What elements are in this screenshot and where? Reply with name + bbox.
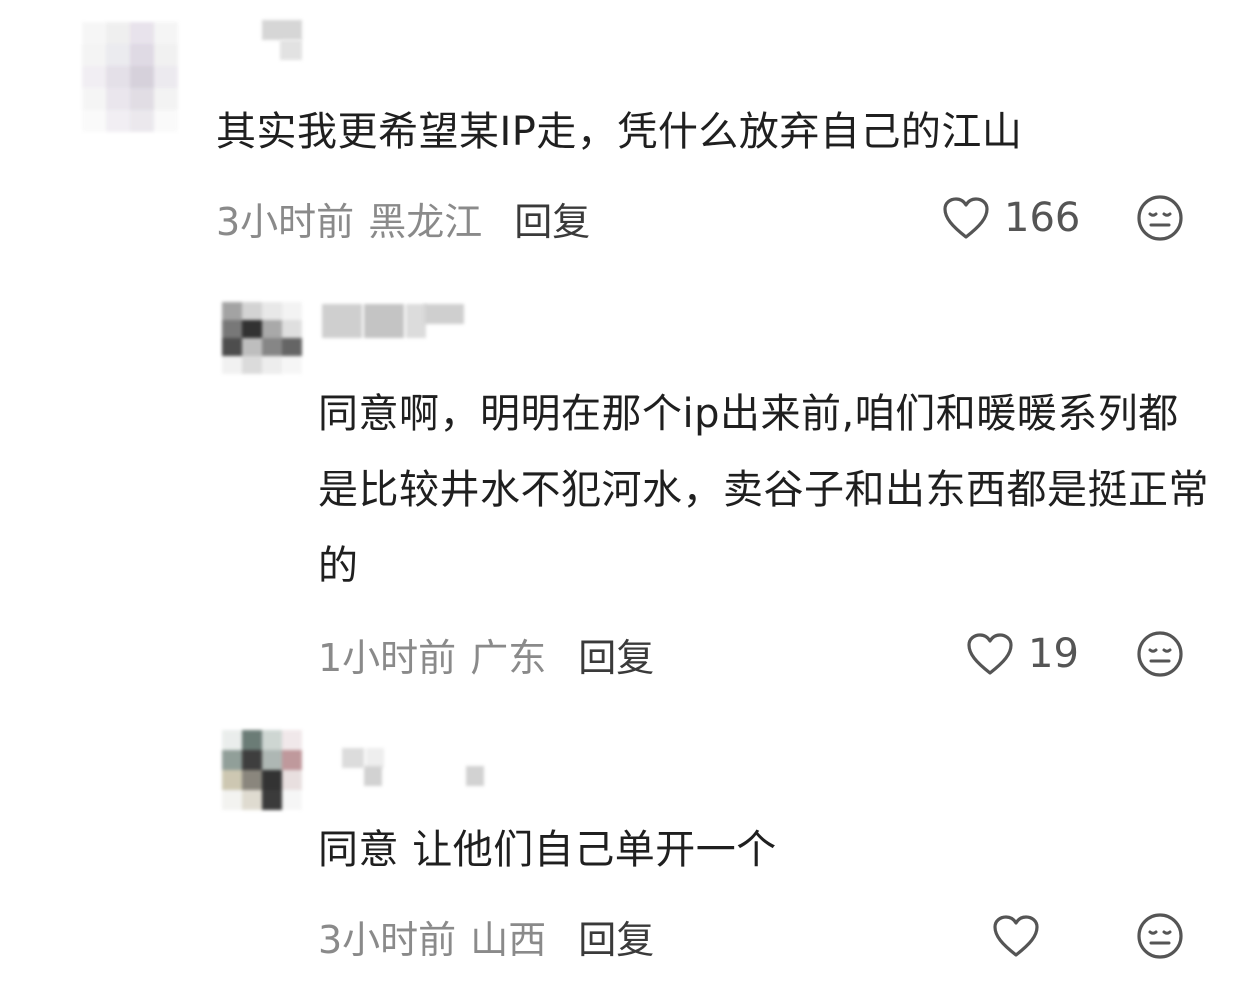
- username-redacted-2: [364, 766, 382, 786]
- avatar[interactable]: [222, 302, 302, 374]
- comment-meta: 3小时前 黑龙江 回复: [216, 188, 590, 248]
- like-count: 19: [1028, 631, 1079, 677]
- comment-meta: 3小时前 山西 回复: [318, 906, 654, 966]
- avatar[interactable]: [222, 730, 302, 810]
- heart-outline-icon: [943, 197, 989, 239]
- like-count: 166: [1004, 195, 1081, 241]
- dislike-button[interactable]: [1136, 194, 1184, 242]
- heart-outline-icon: [993, 915, 1039, 957]
- dislike-button[interactable]: [1136, 630, 1184, 678]
- neutral-face-icon: [1137, 631, 1183, 677]
- avatar[interactable]: [82, 22, 178, 132]
- like-button[interactable]: 166: [942, 188, 1080, 248]
- neutral-face-icon: [1137, 913, 1183, 959]
- neutral-face-icon: [1137, 195, 1183, 241]
- username-redacted[interactable]: [342, 748, 384, 768]
- comment-region: 广东: [470, 635, 547, 680]
- dislike-button[interactable]: [1136, 912, 1184, 960]
- comment-time: 3小时前: [318, 917, 457, 962]
- heart-outline-icon: [967, 633, 1013, 675]
- username-redacted-3: [466, 766, 484, 786]
- comment-time: 3小时前: [216, 199, 355, 244]
- comment-text: 同意 让他们自己单开一个: [318, 827, 777, 873]
- comment-time: 1小时前: [318, 635, 457, 680]
- like-button[interactable]: [992, 906, 1054, 966]
- comment-region: 山西: [470, 917, 547, 962]
- username-redacted[interactable]: [262, 20, 302, 40]
- comment-text: 其实我更希望某IP走，凭什么放弃自己的江山: [216, 109, 1023, 155]
- like-button[interactable]: 19: [966, 624, 1079, 684]
- username-redacted-2: [424, 304, 464, 324]
- reply-button[interactable]: 回复: [514, 191, 590, 246]
- comment-meta: 1小时前 广东 回复: [318, 624, 654, 684]
- comment-region: 黑龙江: [368, 199, 483, 244]
- username-redacted-2: [280, 40, 302, 60]
- username-redacted[interactable]: [322, 304, 426, 338]
- reply-button[interactable]: 回复: [578, 627, 654, 682]
- reply-button[interactable]: 回复: [578, 909, 654, 964]
- comment-text: 同意啊，明明在那个ip出来前,咱们和暖暖系列都是比较井水不犯河水，卖谷子和出东西…: [318, 391, 1209, 589]
